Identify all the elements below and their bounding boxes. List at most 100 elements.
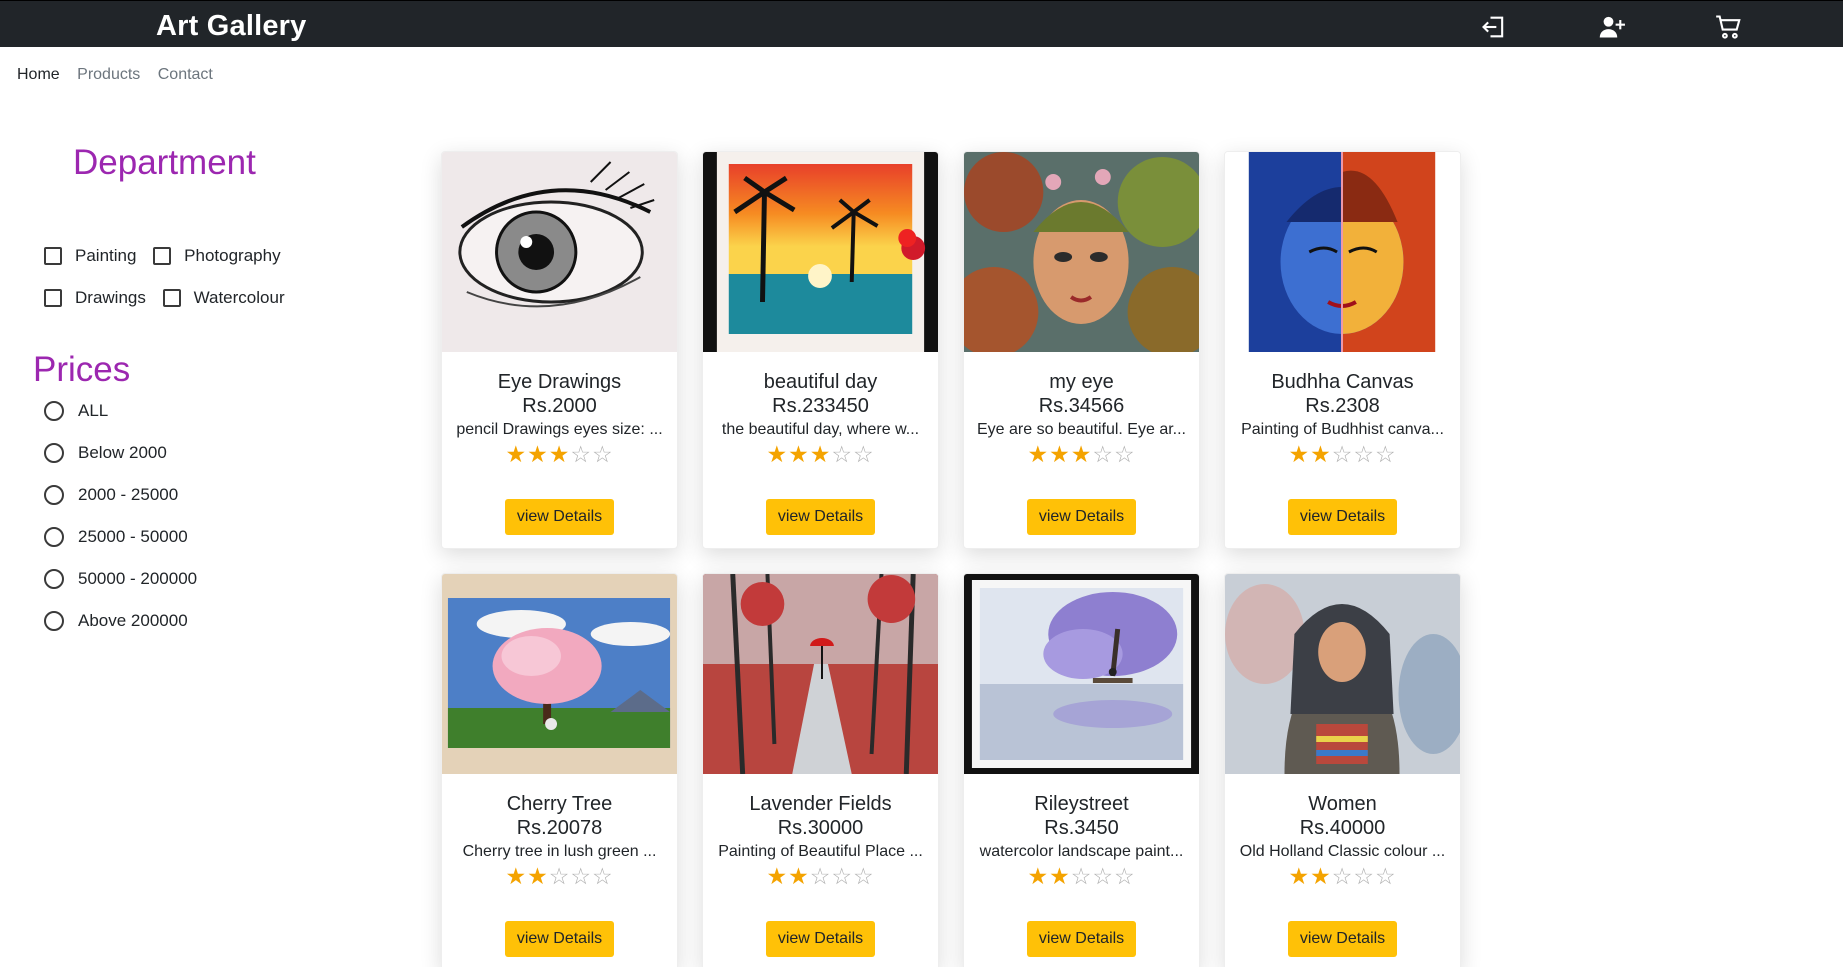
product-title: beautiful day [763, 371, 878, 393]
radio-label: ALL [78, 401, 109, 420]
product-image[interactable] [442, 574, 677, 774]
product-description: Cherry tree in lush green ... [462, 843, 657, 860]
star-filled-icon: ★ [1049, 441, 1071, 467]
product-image[interactable] [1225, 152, 1460, 352]
star-empty-icon: ☆ [1070, 863, 1093, 889]
product-image[interactable] [442, 152, 677, 352]
product-description: Painting of Beautiful Place ... [718, 843, 923, 860]
view-details-button[interactable]: view Details [1026, 499, 1137, 535]
nav-contact-link[interactable]: Contact [158, 66, 213, 83]
rating-stars: ★★★☆☆ [442, 442, 677, 467]
checkbox-label: Painting [75, 246, 137, 265]
star-filled-icon: ★ [766, 863, 789, 889]
radio-label: 50000 - 200000 [78, 569, 198, 588]
cart-icon[interactable] [1714, 13, 1744, 41]
product-image[interactable] [703, 152, 938, 352]
nav-home-link[interactable]: Home [17, 66, 60, 83]
view-details-button[interactable]: view Details [504, 499, 615, 535]
top-navbar: Art Gallery [0, 0, 1843, 47]
price-radio-2000-25000[interactable]: 2000 - 25000 [44, 474, 197, 516]
department-checkbox-watercolour[interactable]: Watercolour [162, 277, 285, 319]
checkbox-label: Watercolour [193, 288, 285, 307]
product-card[interactable]: Cherry Tree Rs.20078 Cherry tree in lush… [441, 573, 678, 967]
price-filter: ALL Below 2000 2000 - 25000 25000 - 5000… [44, 390, 197, 642]
star-empty-icon: ☆ [809, 863, 832, 889]
product-title: Cherry Tree [506, 793, 613, 815]
star-filled-icon: ★ [548, 441, 571, 467]
product-card[interactable]: Eye Drawings Rs.2000 pencil Drawings eye… [441, 151, 678, 549]
product-image[interactable] [703, 574, 938, 774]
view-details-button[interactable]: view Details [504, 921, 615, 957]
rating-stars: ★★☆☆☆ [703, 864, 938, 889]
product-title: Rileystreet [1034, 793, 1129, 815]
product-image[interactable] [964, 574, 1199, 774]
radio-icon[interactable] [44, 443, 64, 463]
star-empty-icon: ☆ [1331, 863, 1354, 889]
product-title: Eye Drawings [497, 371, 622, 393]
price-radio-50000-200000[interactable]: 50000 - 200000 [44, 558, 197, 600]
star-empty-icon: ☆ [570, 441, 592, 467]
radio-icon[interactable] [44, 611, 64, 631]
star-filled-icon: ★ [1027, 863, 1050, 889]
product-description: Painting of Budhhist canva... [1241, 421, 1444, 438]
price-radio-all[interactable]: ALL [44, 390, 197, 432]
star-filled-icon: ★ [505, 863, 528, 889]
product-price: Rs.2308 [1305, 395, 1380, 417]
view-details-button[interactable]: view Details [765, 499, 876, 535]
star-empty-icon: ☆ [852, 863, 875, 889]
product-price: Rs.40000 [1299, 817, 1386, 839]
nav-products-link[interactable]: Products [77, 66, 140, 83]
rating-stars: ★★★☆☆ [703, 442, 938, 467]
checkbox-icon[interactable] [153, 247, 172, 265]
rating-stars: ★★★☆☆ [964, 442, 1199, 467]
product-title: Budhha Canvas [1271, 371, 1414, 393]
price-radio-below-2000[interactable]: Below 2000 [44, 432, 197, 474]
view-details-button[interactable]: view Details [1026, 921, 1137, 957]
star-filled-icon: ★ [1288, 441, 1311, 467]
sign-in-icon[interactable] [1479, 13, 1509, 41]
radio-icon[interactable] [44, 401, 64, 421]
checkbox-icon[interactable] [162, 289, 181, 307]
rating-stars: ★★☆☆☆ [1225, 864, 1460, 889]
checkbox-label: Drawings [75, 288, 146, 307]
star-filled-icon: ★ [766, 441, 789, 467]
radio-icon[interactable] [44, 527, 64, 547]
product-image[interactable] [964, 152, 1199, 352]
department-checkbox-photography[interactable]: Photography [153, 235, 281, 277]
view-details-button[interactable]: view Details [1287, 499, 1398, 535]
radio-label: 25000 - 50000 [78, 527, 188, 546]
star-empty-icon: ☆ [1092, 863, 1114, 889]
product-description: watercolor landscape paint... [979, 843, 1184, 860]
product-card[interactable]: Budhha Canvas Rs.2308 Painting of Budhhi… [1224, 151, 1461, 549]
view-details-button[interactable]: view Details [1287, 921, 1398, 957]
product-price: Rs.20078 [516, 817, 603, 839]
radio-icon[interactable] [44, 485, 64, 505]
product-card[interactable]: Lavender Fields Rs.30000 Painting of Bea… [702, 573, 939, 967]
star-empty-icon: ☆ [570, 863, 592, 889]
checkbox-icon[interactable] [44, 289, 62, 307]
star-empty-icon: ☆ [1113, 441, 1136, 467]
product-card[interactable]: Rileystreet Rs.3450 watercolor landscape… [963, 573, 1200, 967]
star-empty-icon: ☆ [1374, 441, 1397, 467]
product-card[interactable]: my eye Rs.34566 Eye are so beautiful. Ey… [963, 151, 1200, 549]
radio-label: 2000 - 25000 [78, 485, 179, 504]
product-card[interactable]: Women Rs.40000 Old Holland Classic colou… [1224, 573, 1461, 967]
price-radio-25000-50000[interactable]: 25000 - 50000 [44, 516, 197, 558]
product-card[interactable]: beautiful day Rs.233450 the beautiful da… [702, 151, 939, 549]
checkbox-icon[interactable] [44, 247, 62, 265]
brand-logo[interactable]: Art Gallery [156, 10, 307, 43]
radio-icon[interactable] [44, 569, 64, 589]
star-empty-icon: ☆ [591, 863, 614, 889]
department-filter: Painting Photography Drawings Watercolou… [44, 235, 404, 319]
add-user-icon[interactable] [1597, 13, 1627, 41]
department-checkbox-painting[interactable]: Painting [44, 235, 136, 277]
checkbox-label: Photography [184, 246, 281, 265]
product-price: Rs.233450 [772, 395, 869, 417]
view-details-button[interactable]: view Details [765, 921, 876, 957]
price-radio-above-200000[interactable]: Above 200000 [44, 600, 197, 642]
radio-label: Below 2000 [78, 443, 167, 462]
department-checkbox-drawings[interactable]: Drawings [44, 277, 146, 319]
product-image[interactable] [1225, 574, 1460, 774]
radio-label: Above 200000 [78, 611, 188, 630]
star-empty-icon: ☆ [591, 441, 614, 467]
